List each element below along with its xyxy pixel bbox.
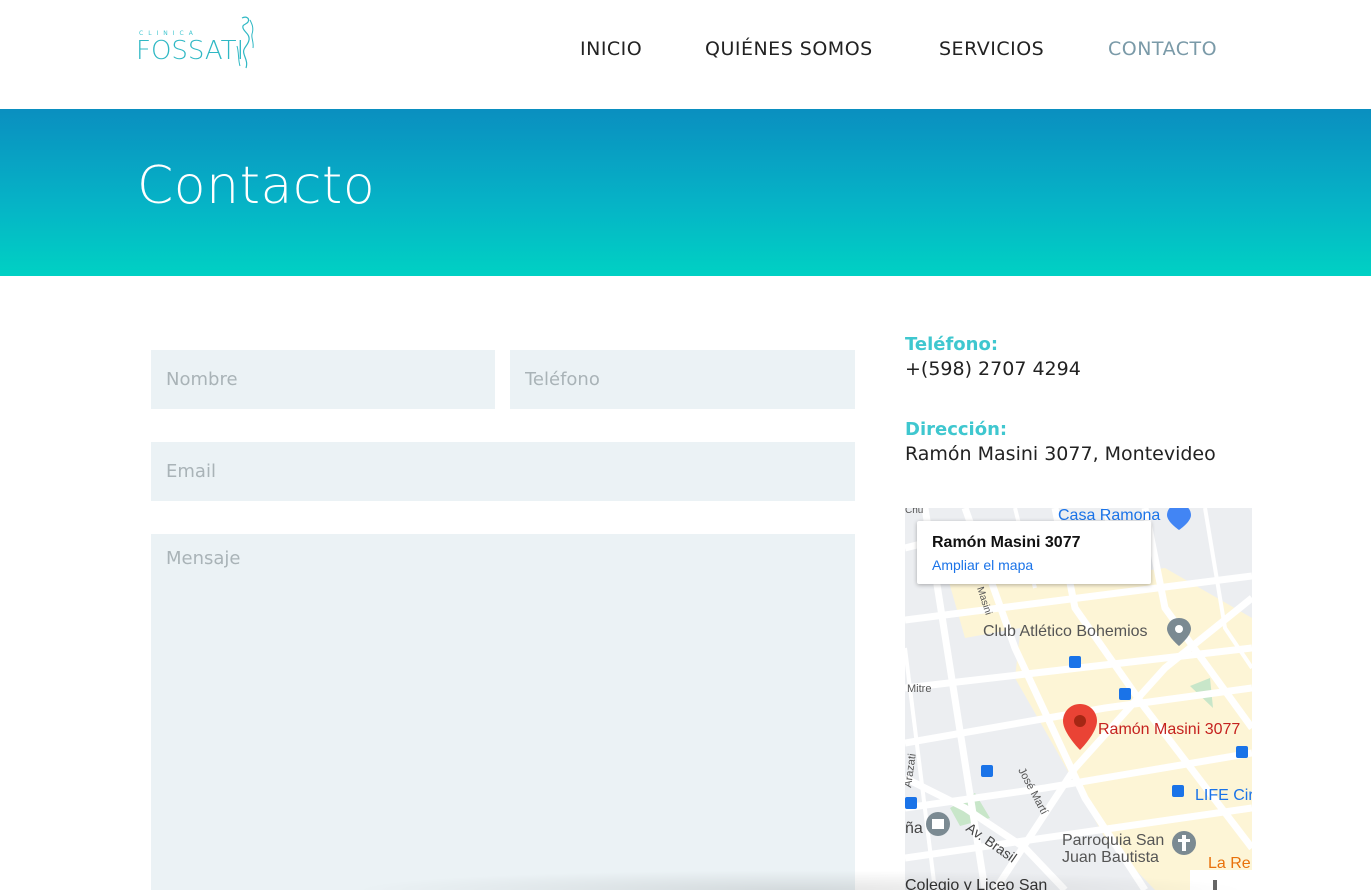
- church-pin-icon: [1172, 831, 1196, 855]
- phone-value[interactable]: +(598) 2707 4294: [905, 358, 1081, 380]
- name-field[interactable]: [151, 350, 495, 409]
- nav-item-servicios[interactable]: SERVICIOS: [939, 38, 1044, 60]
- map-label-la-re: La Re: [1208, 855, 1251, 872]
- email-field[interactable]: [151, 442, 855, 501]
- map-label-parroquia-1: Parroquia San: [1062, 832, 1164, 849]
- phone-field[interactable]: [510, 350, 855, 409]
- clinic-logo[interactable]: CLINICA FOSSATI: [136, 16, 261, 70]
- street-label-na: ña: [905, 820, 923, 837]
- street-label-mitre: Mitre: [907, 683, 931, 695]
- address-label: Dirección:: [905, 419, 1008, 440]
- page-banner: Contacto: [0, 109, 1371, 276]
- zoom-control[interactable]: [1190, 870, 1252, 890]
- enlarge-map-link[interactable]: Ampliar el mapa: [932, 557, 1033, 573]
- message-field[interactable]: [151, 534, 855, 890]
- map-label-life: LIFE Cir: [1195, 787, 1252, 804]
- street-label-chu: Chu: [905, 508, 923, 516]
- map-card-title: Ramón Masini 3077: [932, 534, 1081, 551]
- site-header: CLINICA FOSSATI INICIO QUIÉNES SOMOS SER…: [0, 0, 1371, 109]
- map-info-card: Ramón Masini 3077 Ampliar el mapa: [917, 521, 1151, 584]
- page-title: Contacto: [137, 156, 376, 216]
- map-marker-label: Ramón Masini 3077: [1098, 721, 1240, 738]
- address-value: Ramón Masini 3077, Montevideo: [905, 443, 1216, 465]
- nav-item-inicio[interactable]: INICIO: [580, 38, 642, 60]
- map-label-parroquia-2: Juan Bautista: [1062, 849, 1159, 866]
- museum-pin-icon: [926, 812, 950, 836]
- location-map[interactable]: Casa Ramona Club Atlético Bohemios Ramón…: [905, 508, 1252, 890]
- map-label-colegio: Colegio y Liceo San: [905, 877, 1047, 890]
- nav-item-contacto[interactable]: CONTACTO: [1108, 38, 1217, 60]
- nav-item-quienes-somos[interactable]: QUIÉNES SOMOS: [705, 38, 873, 60]
- logo-figure-icon: [236, 16, 254, 69]
- map-label-club: Club Atlético Bohemios: [983, 623, 1148, 640]
- zoom-in-icon: [1213, 880, 1217, 890]
- phone-label: Teléfono:: [905, 334, 999, 355]
